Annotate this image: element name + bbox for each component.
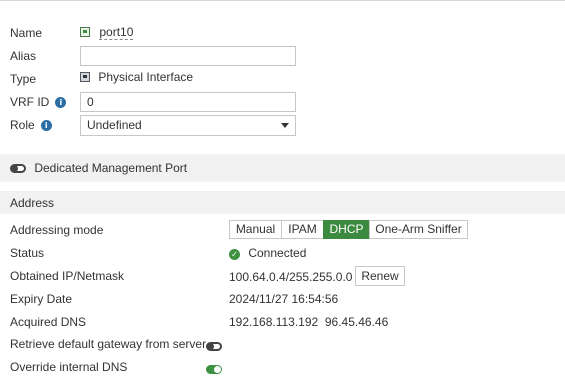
physical-interface-icon [80,72,90,82]
role-select[interactable]: Undefined [80,115,296,136]
ip-netmask-value: 100.64.0.4/255.255.0.0 [229,270,353,284]
status-value-group: ✓ Connected [229,246,306,260]
gateway-toggle-wrap [206,339,222,353]
expiry-value: 2024/11/27 16:54:56 [229,292,339,306]
top-divider [0,0,565,1]
info-icon[interactable]: i [40,120,52,131]
status-value: Connected [248,246,307,260]
role-label: Role [10,118,35,132]
override-dns-label: Override internal DNS [10,360,128,374]
vrf-label: VRF ID [10,95,50,109]
vrf-label-group: VRF ID i [10,95,67,109]
alias-label: Alias [10,49,37,63]
dns-label: Acquired DNS [10,315,87,329]
name-label: Name [10,26,43,40]
dns-value: 192.168.113.192 96.45.46.46 [229,315,389,329]
mode-dhcp-button[interactable]: DHCP [323,220,370,239]
role-select-value: Undefined [87,118,142,132]
renew-button[interactable]: Renew [355,266,405,286]
mgmt-port-row: Dedicated Management Port [10,161,187,175]
address-section-title: Address [10,196,55,210]
info-icon[interactable]: i [55,97,67,108]
ip-netmask-label: Obtained IP/Netmask [10,269,125,283]
name-value-group: port10 [80,25,134,40]
expiry-label: Expiry Date [10,292,73,306]
override-dns-toggle[interactable] [206,365,222,374]
alias-field[interactable] [80,46,296,66]
mgmt-port-toggle[interactable] [10,164,26,173]
check-circle-icon: ✓ [229,249,240,260]
gateway-toggle[interactable] [206,342,222,351]
type-label: Type [10,72,37,86]
gateway-label: Retrieve default gateway from server [10,337,207,351]
name-value: port10 [99,25,134,40]
status-label: Status [10,246,45,260]
type-value-group: Physical Interface [80,70,193,84]
mode-manual-button[interactable]: Manual [229,220,282,239]
mgmt-port-label: Dedicated Management Port [34,161,188,175]
chevron-down-icon [281,123,289,128]
role-label-group: Role i [10,118,52,132]
port-icon [80,27,90,37]
address-section-header [0,191,565,214]
override-dns-toggle-wrap [206,362,222,376]
addressing-mode-label: Addressing mode [10,223,104,237]
type-value: Physical Interface [98,70,194,84]
mode-ipam-button[interactable]: IPAM [281,220,324,239]
vrf-id-field[interactable] [80,92,296,112]
mode-one-arm-sniffer-button[interactable]: One-Arm Sniffer [369,220,468,239]
